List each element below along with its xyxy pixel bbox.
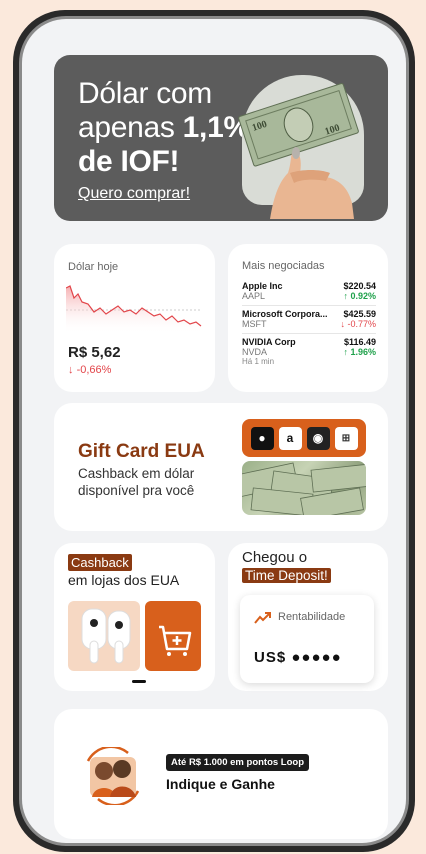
stock-change: ↑ 1.96% bbox=[343, 347, 376, 357]
updated-time: Há 1 min bbox=[242, 357, 275, 366]
apple-icon: ● bbox=[250, 426, 274, 450]
stock-ticker: AAPL bbox=[242, 291, 266, 301]
gift-card-promo[interactable]: Gift Card EUA Cashback em dólar disponív… bbox=[54, 403, 388, 531]
dollar-bill-illustration: 100 100 bbox=[238, 83, 359, 219]
cash-stack-illustration bbox=[242, 462, 366, 515]
gift-card-title: Gift Card EUA bbox=[78, 441, 205, 462]
stock-change-value: -0.77% bbox=[347, 319, 376, 329]
banner-line-1: Dólar com bbox=[78, 77, 212, 110]
stock-item[interactable]: Apple Inc $220.54 AAPL ↑ 0.92% bbox=[242, 278, 376, 306]
airpods-illustration bbox=[81, 608, 131, 664]
hand-with-dollar-image: 100 100 bbox=[230, 69, 370, 221]
microsoft-icon: ⊞ bbox=[334, 426, 358, 450]
amazon-icon: a bbox=[278, 426, 302, 450]
stock-change: ↓ -0.77% bbox=[340, 319, 376, 329]
phone-frame: Dólar com apenas 1,1% de IOF! Quero comp… bbox=[13, 10, 415, 852]
time-deposit-heading: Chegou o bbox=[242, 549, 308, 566]
phone-bezel: Dólar com apenas 1,1% de IOF! Quero comp… bbox=[19, 16, 409, 846]
stock-price: $425.59 bbox=[343, 309, 376, 319]
refer-and-earn-card[interactable]: Até R$ 1.000 em pontos Loop Indique e Ga… bbox=[54, 709, 388, 839]
gift-card-subtitle: Cashback em dólar disponível pra você bbox=[78, 466, 195, 498]
stock-price: $220.54 bbox=[343, 281, 376, 291]
arrow-up-icon: ↑ bbox=[343, 291, 348, 301]
most-traded-card[interactable]: Mais negociadas Apple Inc $220.54 AAPL ↑ 0… bbox=[228, 244, 388, 392]
most-traded-title: Mais negociadas bbox=[242, 260, 325, 272]
stock-ticker: NVDA bbox=[242, 347, 268, 357]
stock-item[interactable]: Microsoft Corpora... $425.59 MSFT ↓ -0.77% bbox=[242, 306, 376, 334]
cashback-card[interactable]: Cashback em lojas dos EUA bbox=[54, 543, 215, 691]
buy-dollar-link[interactable]: Quero comprar! bbox=[78, 185, 190, 203]
stock-name: Microsoft Corpora... bbox=[242, 309, 328, 319]
referral-badge: Até R$ 1.000 em pontos Loop bbox=[166, 754, 310, 771]
profitability-box: Rentabilidade US$ ●●●●● bbox=[240, 595, 374, 683]
time-deposit-card[interactable]: Chegou o Time Deposit! Rentabilidade US$… bbox=[228, 543, 388, 691]
carousel-indicator[interactable] bbox=[132, 680, 146, 683]
app-screen: Dólar com apenas 1,1% de IOF! Quero comp… bbox=[22, 19, 406, 843]
arrow-down-icon: ↓ bbox=[340, 319, 345, 329]
stock-name: Apple Inc bbox=[242, 281, 283, 291]
dollar-change: ↓ -0,66% bbox=[68, 364, 111, 376]
brand-logos-strip: ● a ◉ ⊞ bbox=[242, 419, 366, 457]
arrow-up-icon: ↑ bbox=[343, 347, 348, 357]
stock-change-value: 0.92% bbox=[350, 291, 376, 301]
airpods-image bbox=[68, 601, 140, 671]
banner-line-2: apenas 1,1% bbox=[78, 111, 250, 145]
dollar-today-title: Dólar hoje bbox=[68, 261, 119, 273]
profitability-value: US$ ●●●●● bbox=[254, 649, 342, 666]
referral-title: Indique e Ganhe bbox=[166, 776, 275, 792]
banner-line-2-prefix: apenas bbox=[78, 111, 183, 144]
dollar-sparkline-chart bbox=[66, 285, 202, 334]
disney-icon: ◉ bbox=[306, 426, 330, 450]
stock-item[interactable]: NVIDIA Corp $116.49 NVDA ↑ 1.96% Há 1 min bbox=[242, 334, 376, 370]
stock-change-value: 1.96% bbox=[350, 347, 376, 357]
cashback-tag: Cashback bbox=[68, 554, 132, 571]
stock-ticker: MSFT bbox=[242, 319, 267, 329]
stock-change: ↑ 0.92% bbox=[343, 291, 376, 301]
cart-plus-icon bbox=[145, 601, 201, 671]
stock-price: $116.49 bbox=[343, 337, 376, 347]
time-deposit-tag: Time Deposit! bbox=[242, 568, 331, 583]
arrow-down-icon: ↓ bbox=[68, 364, 74, 376]
dollar-price: R$ 5,62 bbox=[68, 344, 121, 361]
promo-banner[interactable]: Dólar com apenas 1,1% de IOF! Quero comp… bbox=[54, 55, 388, 221]
cart-plus-graphic bbox=[159, 625, 192, 656]
stock-name: NVIDIA Corp bbox=[242, 337, 296, 347]
dollar-change-value: -0,66% bbox=[76, 364, 112, 376]
cashback-subtitle: em lojas dos EUA bbox=[68, 572, 180, 588]
trending-up-icon bbox=[254, 612, 271, 624]
profitability-label: Rentabilidade bbox=[278, 611, 346, 623]
banner-line-3: de IOF! bbox=[78, 145, 180, 178]
referral-illustration bbox=[86, 745, 140, 807]
banner-text: Dólar com apenas 1,1% de IOF! Quero comp… bbox=[78, 77, 250, 203]
cash-stack-image bbox=[242, 461, 366, 515]
dollar-today-card[interactable]: Dólar hoje R$ 5,62 ↓ -0,66% bbox=[54, 244, 215, 392]
referral-friends-image bbox=[82, 745, 144, 807]
